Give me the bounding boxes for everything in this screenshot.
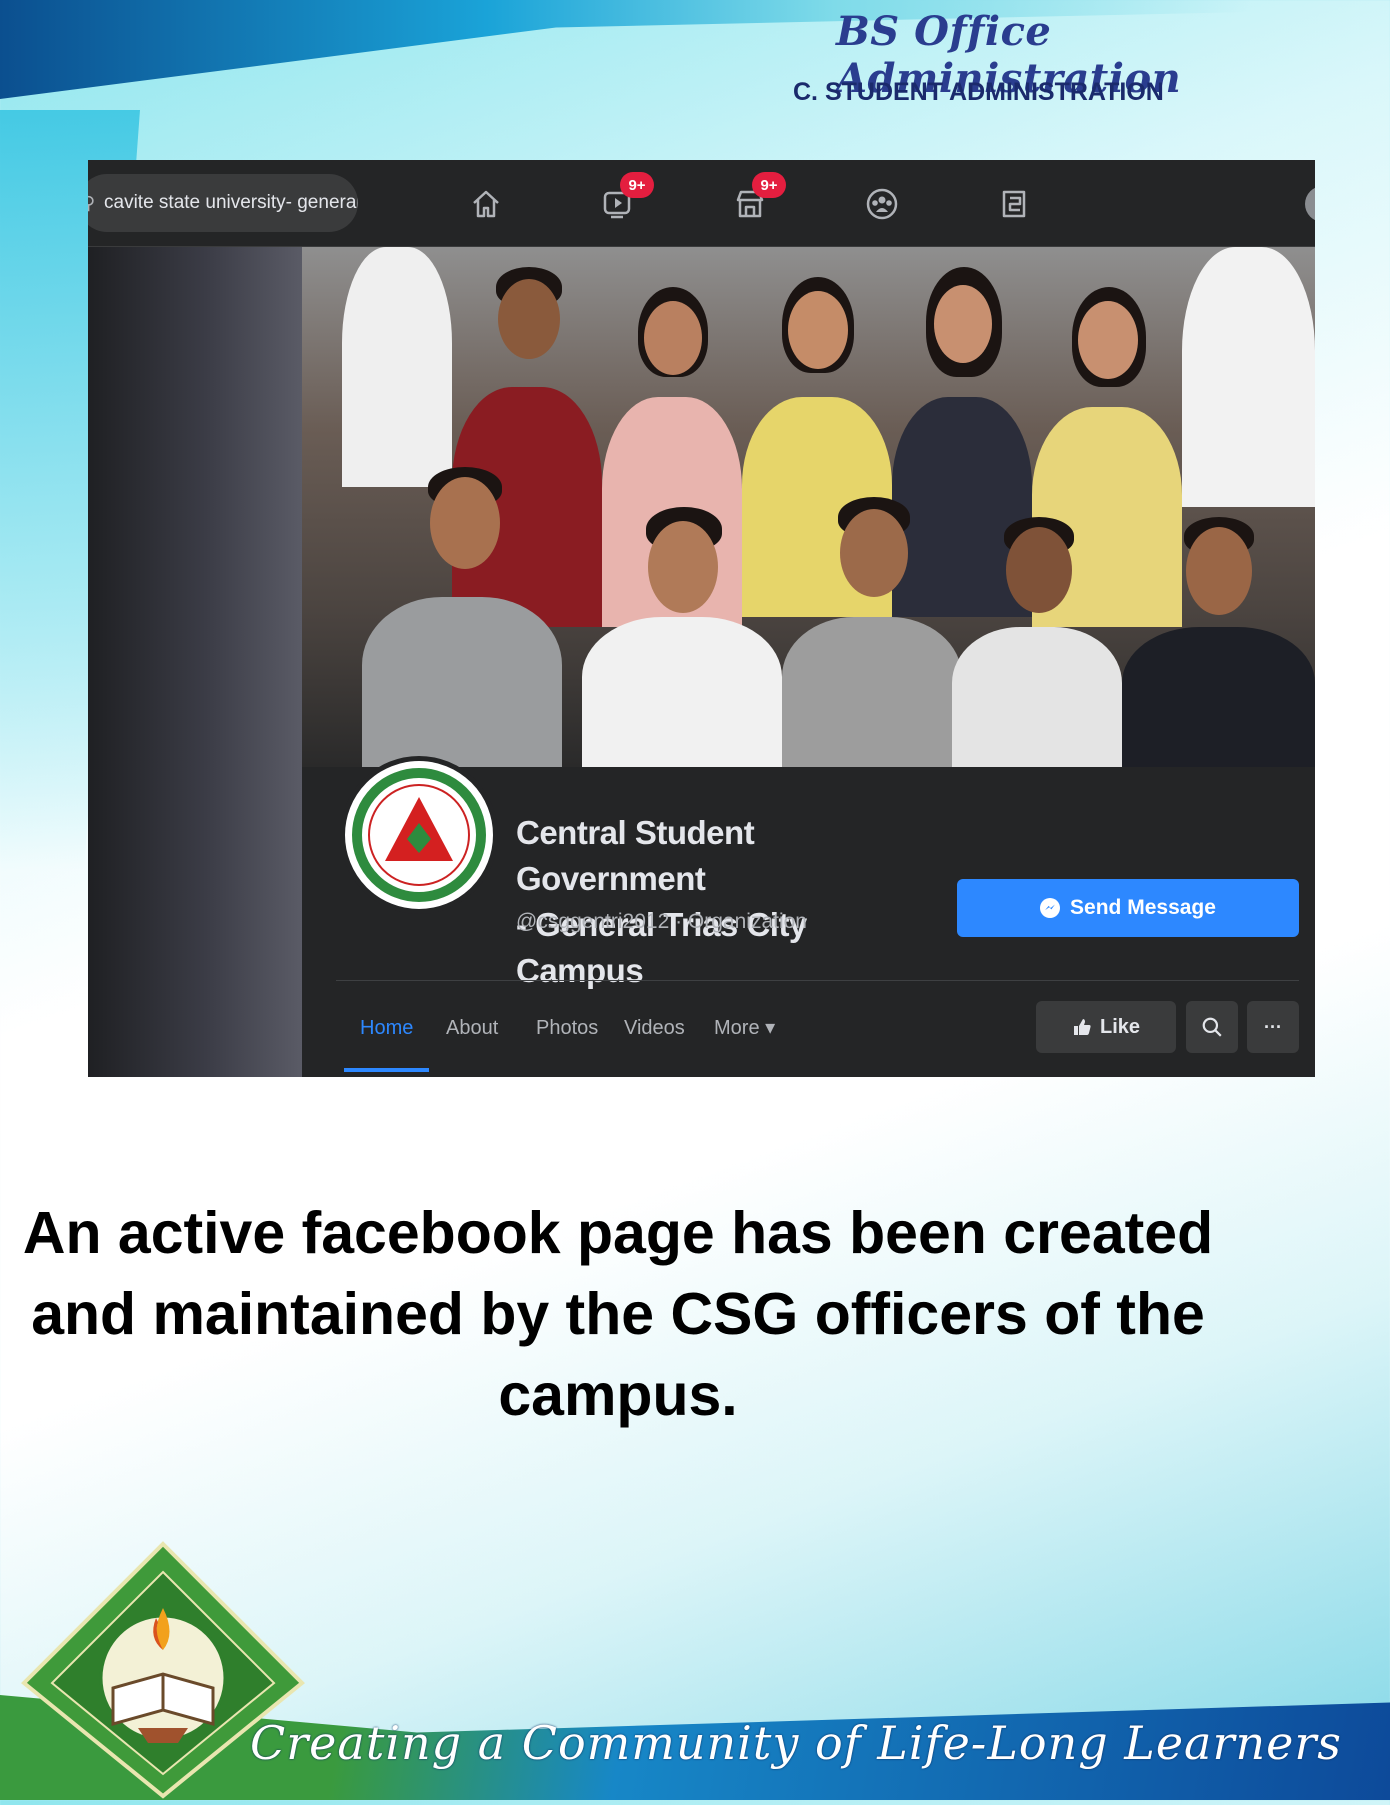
search-input-value: cavite state university- general tria: [104, 192, 358, 213]
tab-more[interactable]: More ▾: [714, 998, 775, 1076]
search-icon: ⚲: [88, 193, 96, 213]
divider: [336, 980, 1299, 981]
messenger-icon: [1040, 898, 1061, 918]
more-options-button[interactable]: ···: [1247, 1001, 1299, 1053]
gaming-icon[interactable]: [992, 182, 1036, 226]
left-panel: [88, 247, 302, 1077]
page-name-line1: Central Student Government: [516, 814, 755, 897]
page-profile-picture[interactable]: [340, 756, 498, 914]
tab-home[interactable]: Home: [343, 998, 430, 1076]
send-message-button[interactable]: Send Message: [957, 879, 1299, 937]
tab-about[interactable]: About: [446, 998, 498, 1076]
facebook-page-screenshot: ⚲ cavite state university- general tria …: [88, 160, 1315, 1077]
marketplace-badge: 9+: [752, 172, 786, 198]
send-message-label: Send Message: [1070, 896, 1216, 919]
watch-icon[interactable]: 9+: [596, 172, 654, 226]
groups-icon[interactable]: [860, 182, 904, 226]
more-options-icon: ···: [1264, 1016, 1282, 1037]
document-subtitle: C. STUDENT ADMINISTRATION: [793, 78, 1164, 106]
like-button[interactable]: Like: [1036, 1001, 1176, 1053]
motto-text: Creating a Community of Life-Long Learne…: [250, 1716, 1342, 1770]
search-input[interactable]: ⚲ cavite state university- general tria: [88, 174, 358, 232]
account-avatar[interactable]: [1305, 186, 1315, 222]
page-name: Central Student Government - General Tri…: [516, 810, 936, 994]
caption-text: An active facebook page has been created…: [22, 1200, 1214, 1428]
facebook-top-bar: ⚲ cavite state university- general tria …: [88, 160, 1315, 247]
search-icon: [1202, 1017, 1222, 1037]
like-label: Like: [1099, 1015, 1141, 1038]
page-search-button[interactable]: [1186, 1001, 1238, 1053]
home-icon[interactable]: [464, 182, 508, 226]
cover-photo: [302, 247, 1315, 767]
thumbs-up-icon: [1073, 1019, 1091, 1035]
page-handle: @csggentri2012 · Organization: [516, 910, 807, 933]
tab-photos[interactable]: Photos: [536, 998, 598, 1076]
marketplace-icon[interactable]: 9+: [728, 172, 786, 226]
tab-videos[interactable]: Videos: [624, 998, 685, 1076]
watch-badge: 9+: [620, 172, 654, 198]
